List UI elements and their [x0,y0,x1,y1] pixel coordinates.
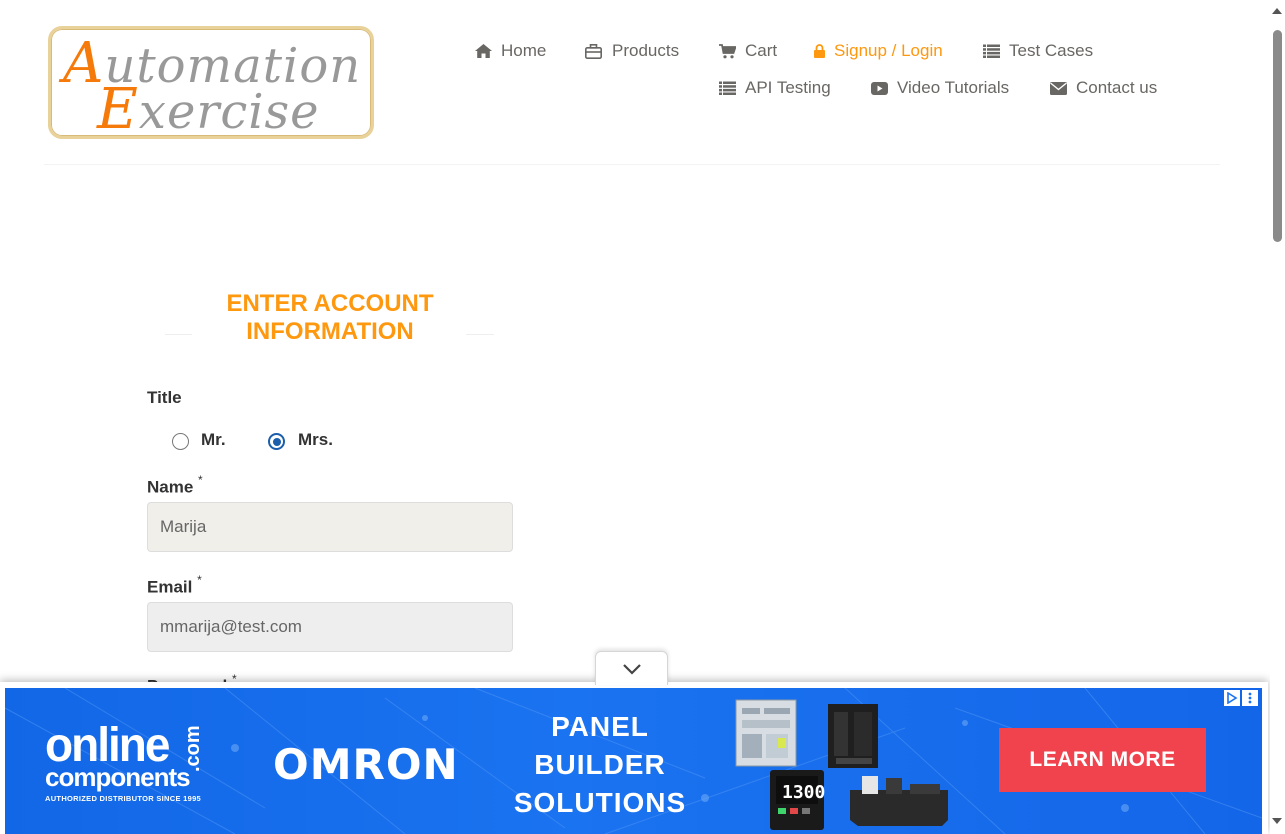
email-input[interactable]: mmarija@test.com [147,602,513,652]
nav-signup-login-label: Signup / Login [834,41,943,60]
nav-video-tutorials-label: Video Tutorials [897,78,1010,97]
temperature-controller-image: 1300 [770,770,825,830]
title-mr-label[interactable]: Mr. [201,430,226,450]
ad-banner[interactable]: online components .com AUTHORIZED DISTRI… [5,688,1262,834]
ad-brand-components: components [45,762,191,792]
ad-headline: PANEL BUILDER SOLUTIONS [495,708,705,822]
name-label-text: Name [147,477,194,497]
nav-home[interactable]: Home [475,41,546,61]
name-input-value: Marija [160,517,207,536]
nav-test-cases-label: Test Cases [1009,41,1094,60]
ad-learn-more-button[interactable]: LEARN MORE [999,728,1206,792]
relay-panel-image [735,699,797,767]
email-label: Email * [147,573,202,598]
nav-contact-us-label: Contact us [1076,78,1158,97]
ad-headline-line-3: SOLUTIONS [513,787,687,818]
list-icon [719,81,736,95]
nav-video-tutorials[interactable]: Video Tutorials [871,78,1009,98]
nav-api-testing-label: API Testing [745,78,831,97]
lock-icon [814,44,825,58]
nav-products-label: Products [612,41,680,60]
required-mark: * [197,573,202,587]
name-label: Name * [147,473,203,498]
briefcase-icon [585,43,602,59]
email-label-text: Email [147,577,193,597]
nav-test-cases[interactable]: Test Cases [983,41,1093,61]
header-divider [44,164,1220,165]
ad-device-readout: 1300 [782,782,825,803]
scroll-thumb[interactable] [1273,30,1282,242]
title-label: Title [147,388,182,407]
list-icon [983,44,1000,58]
nav-home-label: Home [501,41,547,60]
ad-brand-com: .com [182,725,204,772]
adchoices-icon[interactable] [1224,690,1240,706]
chevron-down-icon [622,663,641,675]
scroll-down-arrow-icon[interactable] [1272,818,1282,824]
form-heading-line-1: ENTER ACCOUNT [226,290,434,317]
envelope-icon [1050,81,1067,95]
din-rail-module-image [850,776,948,826]
nav-contact-us[interactable]: Contact us [1050,78,1157,98]
form-heading: ENTER ACCOUNT INFORMATION [165,290,495,346]
title-mr-radio[interactable] [172,433,189,450]
nav-signup-login[interactable]: Signup / Login [814,41,943,61]
home-icon [475,44,492,58]
required-mark: * [198,473,203,487]
ad-omron-logo: OMRON [273,740,459,789]
youtube-icon [871,81,888,95]
logo-text-2: xercise [138,84,320,139]
name-input[interactable]: Marija [147,502,513,552]
nav-api-testing[interactable]: API Testing [719,78,831,98]
ad-choices[interactable] [1224,690,1258,706]
logo-line-2: Exercise [97,77,320,139]
ad-product-images: 1300 [735,699,948,830]
ad-headline-line-2: BUILDER [534,749,666,780]
title-mrs-label[interactable]: Mrs. [298,430,333,450]
scroll-up-arrow-icon[interactable] [1272,8,1282,14]
page: Automation Exercise Home Products Cart S… [0,0,1285,834]
form-heading-line-2: INFORMATION [246,318,414,345]
email-input-value: mmarija@test.com [160,617,302,636]
title-mrs-radio[interactable] [268,433,285,450]
page-scrollbar[interactable] [1270,0,1285,834]
ad-brand-tagline: AUTHORIZED DISTRIBUTOR SINCE 1995 [45,794,202,803]
ad-brand-online: online [45,716,170,772]
more-options-icon[interactable] [1242,690,1258,706]
logo-cap-e: E [97,77,139,139]
site-logo[interactable]: Automation Exercise [48,26,374,139]
cart-icon [719,43,736,58]
ad-collapse-toggle[interactable] [595,651,668,685]
nav-cart[interactable]: Cart [719,41,777,61]
ad-headline-line-1: PANEL [551,711,649,742]
nav-cart-label: Cart [745,41,778,60]
nav-products[interactable]: Products [585,41,679,61]
power-supply-image [828,704,878,768]
